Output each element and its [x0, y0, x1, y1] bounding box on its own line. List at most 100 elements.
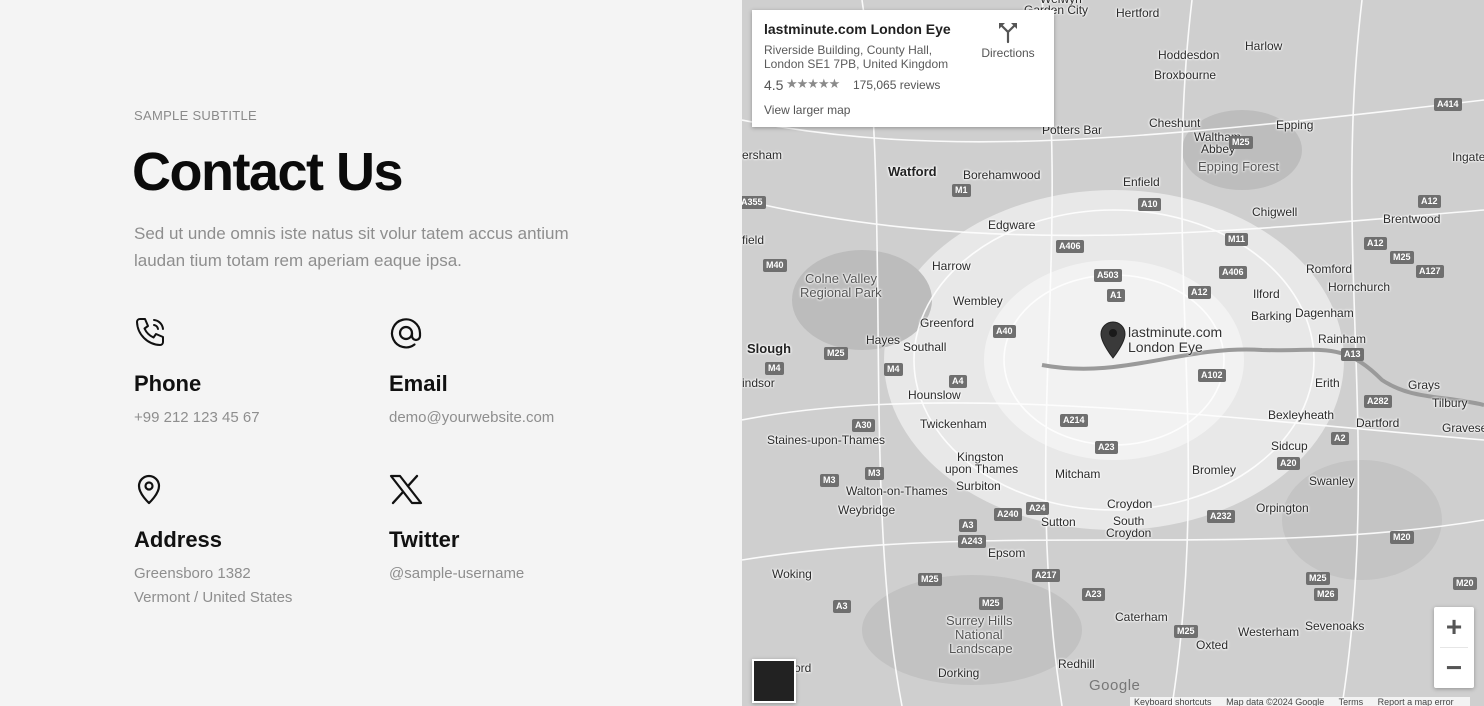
road-shield: A243: [958, 535, 986, 548]
terms-link[interactable]: Terms: [1339, 697, 1364, 706]
road-shield: M3: [865, 467, 884, 480]
road-shield: A24: [1026, 502, 1049, 515]
place-card: lastminute.com London Eye Riverside Buil…: [752, 10, 1054, 127]
road-shield: M11: [1225, 233, 1249, 246]
map-place-label: Sutton: [1041, 515, 1076, 529]
zoom-out-button[interactable]: −: [1434, 648, 1474, 688]
road-shield: A40: [993, 325, 1016, 338]
map-marker-icon[interactable]: [1099, 320, 1127, 360]
directions-label: Directions: [981, 46, 1035, 60]
map-place-label: Harlow: [1245, 39, 1283, 53]
road-shield: A355: [742, 196, 766, 209]
map-place-label: Orpington: [1256, 501, 1309, 515]
map-place-label: Croydon: [1107, 497, 1153, 511]
road-shield: A503: [1094, 269, 1122, 282]
map-place-label: Harrow: [932, 259, 971, 273]
directions-button[interactable]: Directions: [978, 20, 1038, 60]
map-place-label: Croydon: [1106, 526, 1152, 540]
map-place-label: Surrey Hills: [946, 613, 1013, 628]
marker-label-line: lastminute.com: [1128, 324, 1223, 340]
road-shield: M1: [952, 184, 971, 197]
road-shield: M25: [1306, 572, 1330, 585]
road-shield: A127: [1416, 265, 1444, 278]
road-shield: A214: [1060, 414, 1088, 427]
map-place-label: Watford: [888, 164, 937, 179]
map-place-label: Tilbury: [1432, 396, 1468, 410]
contact-item-line: Greensboro 1382: [134, 565, 251, 582]
map-place-label: Surbiton: [956, 479, 1001, 493]
map-place-label: Staines-upon-Thames: [767, 433, 886, 447]
road-shield: A30: [852, 419, 875, 432]
rating-stars-icon: ★★★★★: [786, 76, 840, 91]
map-place-label: Cheshunt: [1149, 116, 1201, 130]
map-place-label: Enfield: [1123, 175, 1160, 189]
road-shield: M26: [1314, 588, 1338, 601]
road-shield: A23: [1095, 441, 1118, 454]
address-value: Greensboro 1382 Vermont / United States: [134, 562, 374, 610]
embedded-map[interactable]: WelwynGarden CityHertfordHarlowHoddesdon…: [742, 0, 1484, 706]
map-place-label: Redhill: [1058, 657, 1095, 671]
map-place-label: Ilford: [1253, 287, 1280, 301]
map-place-label: Epping: [1276, 118, 1314, 132]
map-place-label: Southall: [903, 340, 947, 354]
map-place-label: ersham: [742, 148, 783, 162]
map-place-label: Grays: [1408, 378, 1441, 392]
road-shield: M25: [1229, 136, 1253, 149]
road-shield: M40: [763, 259, 787, 272]
road-shield: A406: [1219, 266, 1247, 279]
map-place-label: Swanley: [1309, 474, 1355, 488]
map-place-label: Woking: [772, 567, 812, 581]
road-shield: A1: [1107, 289, 1125, 302]
contact-item-email: Email demo@yourwebsite.com: [389, 316, 629, 430]
zoom-in-button[interactable]: +: [1434, 607, 1474, 647]
road-shield: A406: [1056, 240, 1084, 253]
contact-item-label: Phone: [134, 371, 202, 396]
road-shield: A12: [1364, 237, 1387, 250]
keyboard-shortcuts-link[interactable]: Keyboard shortcuts: [1134, 697, 1212, 706]
map-place-label: Bromley: [1192, 463, 1237, 477]
report-error-link[interactable]: Report a map error: [1378, 697, 1454, 706]
map-place-label: Epping Forest: [1198, 159, 1279, 174]
map-place-label: Greenford: [920, 316, 975, 330]
phone-icon: [134, 316, 168, 350]
map-place-label: Hornchurch: [1328, 280, 1391, 294]
map-place-label: ord: [794, 661, 812, 675]
reviews-link[interactable]: 175,065 reviews: [853, 78, 940, 92]
location-pin-icon: [134, 472, 168, 506]
map-layer-toggle[interactable]: [752, 659, 796, 703]
map-place-label: Hounslow: [908, 388, 961, 402]
marker-label[interactable]: lastminute.com London Eye: [1128, 325, 1222, 355]
x-logo-icon: [389, 472, 423, 506]
contact-section: SAMPLE SUBTITLE Contact Us Sed ut unde o…: [0, 0, 742, 706]
road-shield: A3: [833, 600, 851, 613]
contact-item-line: demo@yourwebsite.com: [389, 409, 555, 426]
place-name: lastminute.com London Eye: [764, 21, 951, 37]
marker-label-line: London Eye: [1128, 339, 1203, 355]
map-place-label: Caterham: [1115, 610, 1168, 624]
place-address: Riverside Building, County Hall, London …: [764, 43, 949, 71]
map-place-label: Erith: [1315, 376, 1340, 390]
map-data-text: Map data ©2024 Google: [1226, 697, 1325, 706]
map-place-label: National: [955, 627, 1003, 642]
road-shield: M20: [1453, 577, 1477, 590]
map-place-label: Regional Park: [800, 285, 882, 300]
contact-item-label: Twitter: [389, 527, 460, 552]
road-shield: A282: [1364, 395, 1392, 408]
map-place-label: Epsom: [988, 546, 1026, 560]
contact-item-line: @sample-username: [389, 565, 525, 582]
map-place-label: Chigwell: [1252, 205, 1298, 219]
view-larger-map-link[interactable]: View larger map: [764, 103, 850, 117]
map-place-label: Hoddesdon: [1158, 48, 1220, 62]
map-place-label: Borehamwood: [963, 168, 1041, 182]
place-rating: 4.5: [764, 77, 784, 93]
road-shield: M25: [979, 597, 1003, 610]
map-place-label: Dagenham: [1295, 306, 1354, 320]
road-shield: A240: [994, 508, 1022, 521]
map-place-label: Weybridge: [838, 503, 896, 517]
map-place-label: Brentwood: [1383, 212, 1441, 226]
map-place-label: Sidcup: [1271, 439, 1308, 453]
map-place-label: Slough: [747, 341, 792, 356]
contact-item-phone: Phone +99 212 123 45 67: [134, 316, 374, 430]
google-logo: Google: [1089, 677, 1141, 694]
map-place-label: Wembley: [953, 294, 1003, 308]
